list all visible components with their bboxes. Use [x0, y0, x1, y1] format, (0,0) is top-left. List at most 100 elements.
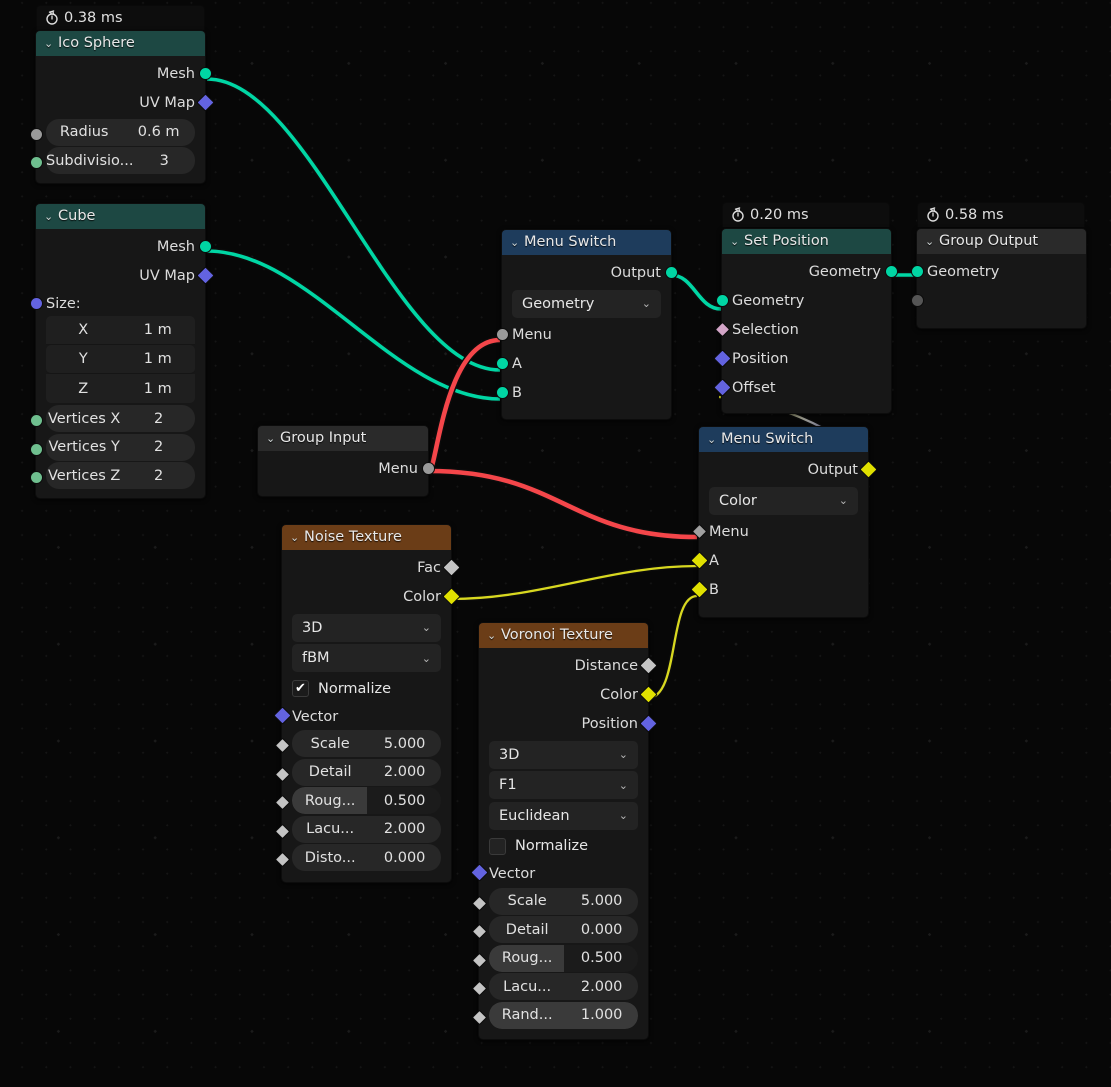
node-noise-texture[interactable]: ⌄Noise Texture Fac Color 3D ⌄ fBM ⌄ ✔ No… [281, 524, 452, 883]
node-cube[interactable]: ⌄Cube Mesh UV Map Size: X 1 m Y 1 m Z 1 … [35, 203, 206, 499]
node-group-input[interactable]: ⌄Group Input Menu [257, 425, 429, 497]
dropdown-distance-metric[interactable]: Euclidean ⌄ [489, 802, 638, 830]
field-roughness[interactable]: Roug... 0.500 [489, 945, 638, 972]
geometry-socket[interactable] [665, 266, 678, 279]
vector-socket[interactable] [30, 297, 43, 310]
field-vertices-x[interactable]: Vertices X 2 [46, 405, 195, 432]
dropdown-feature[interactable]: F1 ⌄ [489, 771, 638, 799]
socket-row-mesh-out[interactable]: Mesh [36, 59, 205, 88]
socket-row-offset[interactable]: Offset [722, 373, 891, 402]
field-radius[interactable]: Radius 0.6 m [46, 119, 195, 146]
field-detail[interactable]: Detail 0.000 [489, 916, 638, 943]
chevron-down-icon[interactable]: ⌄ [422, 621, 431, 634]
socket-row-distance[interactable]: Distance [479, 651, 648, 680]
node-menu-switch-color[interactable]: ⌄Menu Switch Output Color ⌄ Menu A B [698, 426, 869, 618]
socket-row-uvmap-out[interactable]: UV Map [36, 88, 205, 117]
menu-socket[interactable] [422, 462, 435, 475]
socket-row-geometry-in[interactable]: Geometry [917, 257, 1086, 286]
checkbox-box[interactable] [489, 838, 506, 855]
geometry-socket[interactable] [199, 67, 212, 80]
chevron-down-icon[interactable]: ⌄ [839, 494, 848, 507]
socket-row-mesh-out[interactable]: Mesh [36, 232, 205, 261]
field-roughness[interactable]: Roug... 0.500 [292, 787, 441, 814]
node-voronoi-texture[interactable]: ⌄Voronoi Texture Distance Color Position… [478, 622, 649, 1040]
checkbox-normalize[interactable]: Normalize [479, 832, 648, 860]
socket-row-menu-in[interactable]: Menu [699, 517, 868, 546]
chevron-down-icon[interactable]: ⌄ [642, 297, 651, 310]
socket-row-b[interactable]: B [502, 378, 671, 407]
field-vertices-z[interactable]: Vertices Z 2 [46, 462, 195, 489]
geometry-socket[interactable] [716, 294, 729, 307]
chevron-down-icon[interactable]: ⌄ [266, 426, 280, 451]
chevron-down-icon[interactable]: ⌄ [422, 652, 431, 665]
field-subdivisions[interactable]: Subdivisio... 3 [46, 147, 195, 174]
socket-row-position[interactable]: Position [479, 709, 648, 738]
chevron-down-icon[interactable]: ⌄ [730, 229, 744, 254]
field-size-z[interactable]: Z 1 m [46, 374, 195, 403]
node-header-set-position[interactable]: ⌄Set Position [722, 229, 891, 254]
node-header-menu-switch-color[interactable]: ⌄Menu Switch [699, 427, 868, 452]
int-socket[interactable] [30, 414, 43, 427]
socket-row-fac[interactable]: Fac [282, 553, 451, 582]
socket-row-color[interactable]: Color [282, 582, 451, 611]
socket-row-b[interactable]: B [699, 575, 868, 604]
geometry-socket[interactable] [885, 265, 898, 278]
socket-row-color[interactable]: Color [479, 680, 648, 709]
chevron-down-icon[interactable]: ⌄ [44, 31, 58, 56]
checkbox-normalize[interactable]: ✔ Normalize [282, 675, 451, 703]
socket-row-a[interactable]: A [699, 546, 868, 575]
field-lacunarity[interactable]: Lacu... 2.000 [292, 816, 441, 843]
field-vertices-y[interactable]: Vertices Y 2 [46, 434, 195, 461]
virtual-socket[interactable] [911, 294, 924, 307]
node-header-voronoi-texture[interactable]: ⌄Voronoi Texture [479, 623, 648, 648]
chevron-down-icon[interactable]: ⌄ [619, 779, 628, 792]
int-socket[interactable] [30, 156, 43, 169]
dropdown-dimensions[interactable]: 3D ⌄ [292, 614, 441, 642]
node-set-position[interactable]: ⌄Set Position Geometry Geometry Selectio… [721, 228, 892, 414]
socket-row-uvmap-out[interactable]: UV Map [36, 261, 205, 290]
chevron-down-icon[interactable]: ⌄ [487, 623, 501, 648]
chevron-down-icon[interactable]: ⌄ [707, 427, 721, 452]
node-header-noise-texture[interactable]: ⌄Noise Texture [282, 525, 451, 550]
socket-row-selection[interactable]: Selection [722, 315, 891, 344]
value-socket[interactable] [30, 128, 43, 141]
int-socket[interactable] [30, 471, 43, 484]
socket-row-a[interactable]: A [502, 349, 671, 378]
field-distortion[interactable]: Disto... 0.000 [292, 844, 441, 871]
chevron-down-icon[interactable]: ⌄ [925, 229, 939, 254]
node-header-ico-sphere[interactable]: ⌄Ico Sphere [36, 31, 205, 56]
dropdown-dimensions[interactable]: 3D ⌄ [489, 741, 638, 769]
socket-row-output[interactable]: Output [502, 258, 671, 287]
field-detail[interactable]: Detail 2.000 [292, 759, 441, 786]
node-header-menu-switch-geometry[interactable]: ⌄Menu Switch [502, 230, 671, 255]
geometry-socket[interactable] [496, 357, 509, 370]
socket-row-menu-out[interactable]: Menu [258, 454, 428, 483]
chevron-down-icon[interactable]: ⌄ [619, 809, 628, 822]
socket-row-virtual[interactable] [917, 286, 1086, 315]
field-scale[interactable]: Scale 5.000 [489, 888, 638, 915]
chevron-down-icon[interactable]: ⌄ [619, 748, 628, 761]
chevron-down-icon[interactable]: ⌄ [510, 230, 524, 255]
node-group-output[interactable]: ⌄Group Output Geometry [916, 228, 1087, 329]
node-ico-sphere[interactable]: ⌄Ico Sphere Mesh UV Map Radius 0.6 m Sub… [35, 30, 206, 184]
dropdown-data-type[interactable]: Color ⌄ [709, 487, 858, 515]
field-scale[interactable]: Scale 5.000 [292, 730, 441, 757]
socket-row-position[interactable]: Position [722, 344, 891, 373]
geometry-socket[interactable] [911, 265, 924, 278]
node-menu-switch-geometry[interactable]: ⌄Menu Switch Output Geometry ⌄ Menu A B [501, 229, 672, 420]
socket-row-geometry-out[interactable]: Geometry [722, 257, 891, 286]
dropdown-noise-type[interactable]: fBM ⌄ [292, 644, 441, 672]
socket-row-output[interactable]: Output [699, 455, 868, 484]
checkmark-icon[interactable]: ✔ [292, 680, 309, 697]
field-lacunarity[interactable]: Lacu... 2.000 [489, 973, 638, 1000]
field-size-x[interactable]: X 1 m [46, 316, 195, 345]
menu-socket[interactable] [496, 328, 509, 341]
geometry-socket[interactable] [199, 240, 212, 253]
node-header-group-input[interactable]: ⌄Group Input [258, 426, 428, 451]
geometry-socket[interactable] [496, 386, 509, 399]
socket-row-menu-in[interactable]: Menu [502, 320, 671, 349]
chevron-down-icon[interactable]: ⌄ [44, 204, 58, 229]
dropdown-data-type[interactable]: Geometry ⌄ [512, 290, 661, 318]
chevron-down-icon[interactable]: ⌄ [290, 525, 304, 550]
field-size-y[interactable]: Y 1 m [46, 345, 195, 374]
